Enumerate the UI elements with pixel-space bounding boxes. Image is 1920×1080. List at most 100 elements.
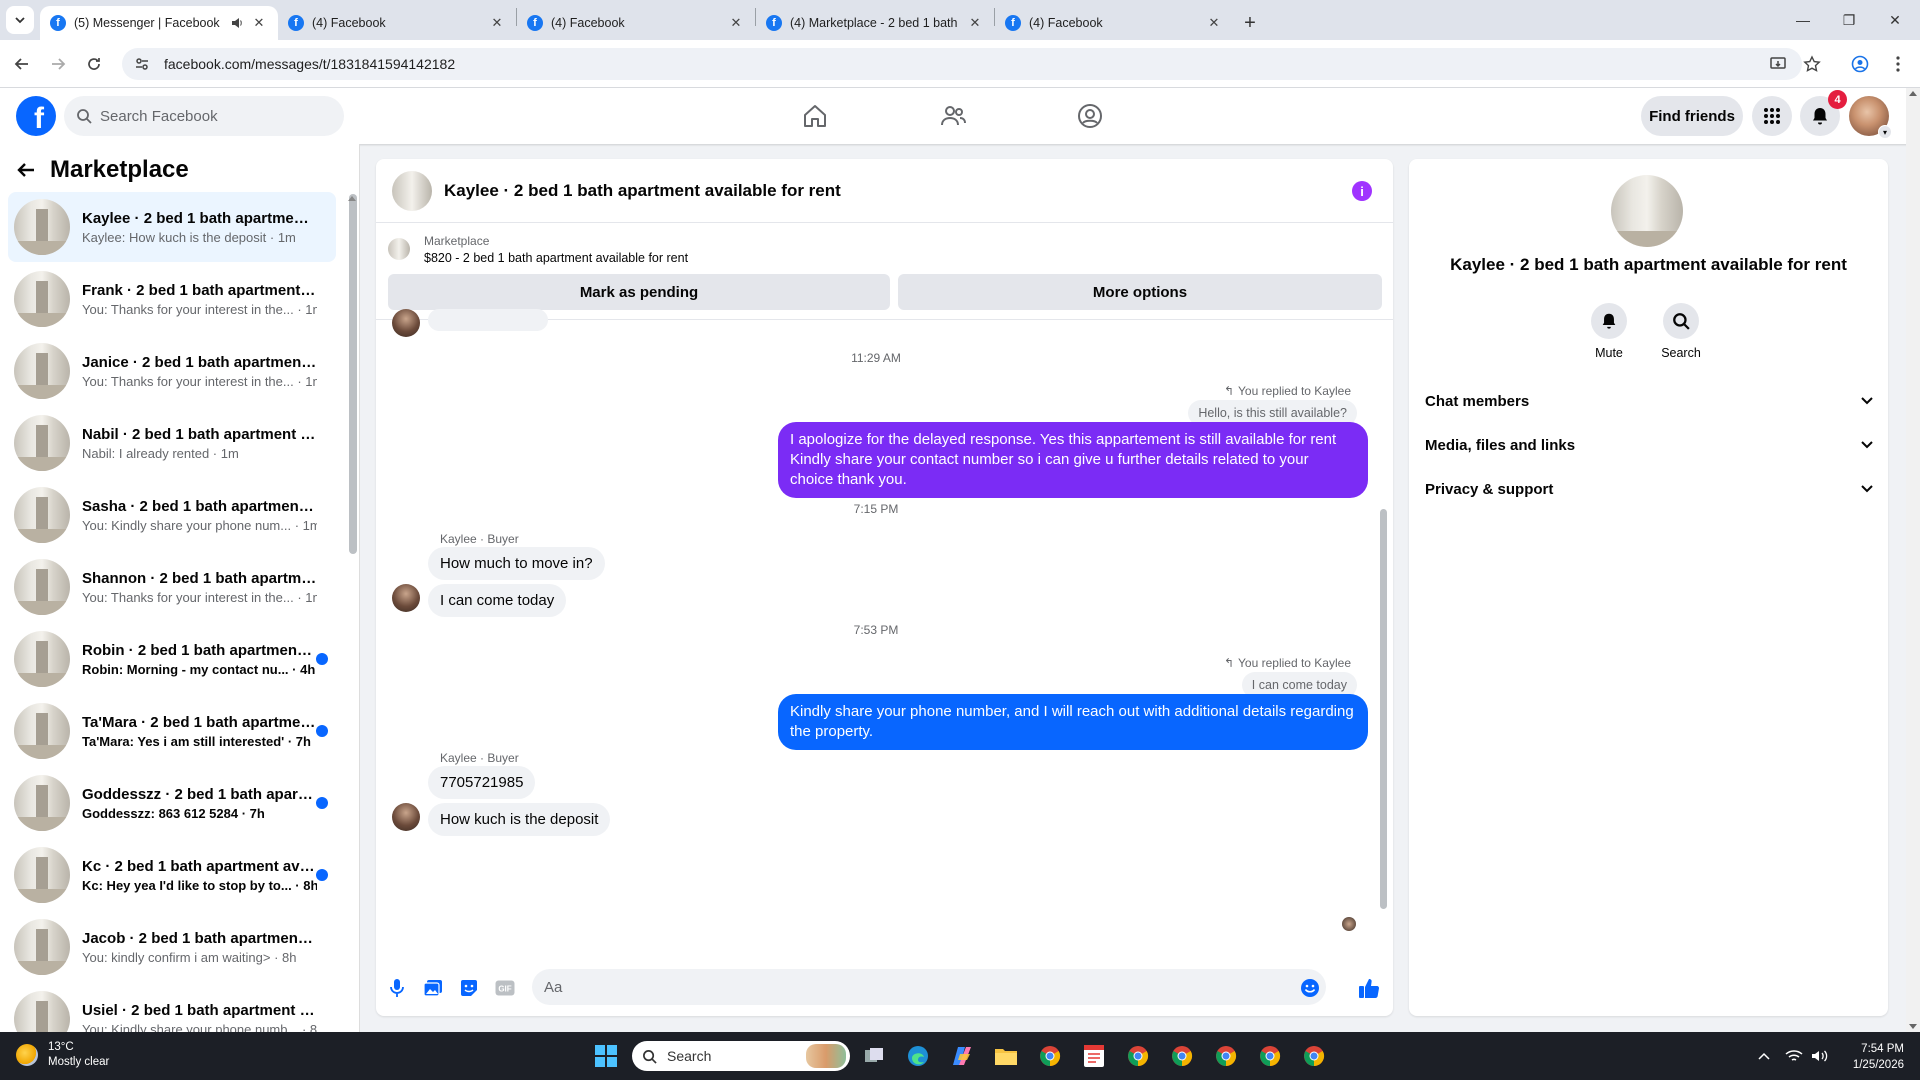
- close-tab-icon[interactable]: ✕: [727, 14, 745, 32]
- back-arrow-icon[interactable]: [10, 52, 34, 76]
- browser-tab-2[interactable]: f (4) Facebook ✕: [278, 6, 516, 40]
- chat-members-section[interactable]: Chat members: [1425, 381, 1873, 421]
- received-message[interactable]: How kuch is the deposit: [428, 803, 611, 836]
- browser-tab-3[interactable]: f (4) Facebook ✕: [517, 6, 755, 40]
- groups-nav-button[interactable]: [1035, 88, 1145, 144]
- conversation-item[interactable]: Kaylee · 2 bed 1 bath apartment availabl…: [8, 192, 336, 262]
- conversation-item[interactable]: Nabil · 2 bed 1 bath apartment available…: [8, 408, 336, 478]
- chrome-profile-1-icon[interactable]: [1034, 1040, 1066, 1072]
- copilot-icon[interactable]: [946, 1040, 978, 1072]
- chrome-profile-6-icon[interactable]: [1298, 1040, 1330, 1072]
- sticky-notes-icon[interactable]: [1078, 1040, 1110, 1072]
- forward-arrow-icon[interactable]: [46, 52, 70, 76]
- page-scrollbar[interactable]: [1906, 88, 1920, 1032]
- scrollbar-thumb[interactable]: [1380, 509, 1387, 909]
- received-message[interactable]: How much to move in?: [428, 547, 605, 580]
- message-input[interactable]: Aa: [532, 969, 1326, 1005]
- emoji-icon[interactable]: [1299, 977, 1321, 999]
- mute-button[interactable]: Mute: [1579, 303, 1639, 360]
- browser-menu-icon[interactable]: [1886, 52, 1910, 76]
- sent-message[interactable]: Kindly share your phone number, and I wi…: [778, 694, 1368, 750]
- conversation-item[interactable]: Goddesszz · 2 bed 1 bath apartment avail…: [8, 768, 336, 838]
- close-window-icon[interactable]: ✕: [1872, 0, 1918, 40]
- conversation-item[interactable]: Shannon · 2 bed 1 bath apartment availab…: [8, 552, 336, 622]
- privacy-support-section[interactable]: Privacy & support: [1425, 469, 1873, 509]
- site-info-icon[interactable]: [134, 56, 150, 72]
- browser-tab-5[interactable]: f (4) Facebook ✕: [995, 6, 1233, 40]
- conversation-item[interactable]: Frank · 2 bed 1 bath apartment available…: [8, 264, 336, 334]
- info-icon[interactable]: i: [1352, 181, 1372, 201]
- thread-scrollbar[interactable]: [1379, 333, 1387, 951]
- facebook-search-input[interactable]: Search Facebook: [64, 96, 344, 136]
- received-message[interactable]: 7705721985: [428, 766, 536, 799]
- chrome-profile-5-icon[interactable]: [1254, 1040, 1286, 1072]
- tab-search-button[interactable]: [0, 0, 40, 40]
- taskbar-search-box[interactable]: Search: [632, 1041, 850, 1071]
- conversation-item[interactable]: Usiel · 2 bed 1 bath apartment available…: [8, 984, 336, 1032]
- contact-avatar[interactable]: [1611, 175, 1683, 247]
- listing-thumbnail[interactable]: [388, 238, 410, 260]
- home-nav-button[interactable]: [760, 88, 870, 144]
- thumbs-up-icon[interactable]: [1358, 977, 1380, 999]
- chat-avatar[interactable]: [392, 170, 432, 211]
- bookmark-star-icon[interactable]: [1800, 52, 1824, 76]
- sent-message[interactable]: I apologize for the delayed response. Ye…: [778, 422, 1368, 498]
- marketplace-chat-list: Marketplace Kaylee · 2 bed 1 bath apartm…: [0, 144, 360, 1032]
- chrome-profile-4-icon[interactable]: [1210, 1040, 1242, 1072]
- browser-tab-1[interactable]: f (5) Messenger | Facebook ✕: [40, 6, 278, 40]
- microphone-icon[interactable]: [386, 977, 408, 999]
- listing-title[interactable]: $820 - 2 bed 1 bath apartment available …: [424, 251, 688, 265]
- close-tab-icon[interactable]: ✕: [966, 14, 984, 32]
- conversation-item[interactable]: Sasha · 2 bed 1 bath apartment available…: [8, 480, 336, 550]
- account-avatar[interactable]: ▾: [1849, 96, 1892, 139]
- file-explorer-icon[interactable]: [990, 1040, 1022, 1072]
- close-tab-icon[interactable]: ✕: [250, 14, 268, 32]
- conversation-item[interactable]: Ta'Mara · 2 bed 1 bath apartment availab…: [8, 696, 336, 766]
- volume-icon[interactable]: [1804, 1040, 1836, 1072]
- install-app-icon[interactable]: [1766, 52, 1790, 76]
- mark-as-pending-button[interactable]: Mark as pending: [388, 274, 890, 310]
- reload-icon[interactable]: [82, 52, 106, 76]
- minimize-icon[interactable]: —: [1780, 0, 1826, 40]
- url-field[interactable]: facebook.com/messages/t/1831841594142182: [122, 48, 1802, 80]
- friends-nav-button[interactable]: [898, 88, 1008, 144]
- scroll-up-icon[interactable]: [347, 194, 357, 202]
- list-scrollbar[interactable]: [349, 194, 357, 554]
- start-button[interactable]: [590, 1040, 622, 1072]
- system-clock[interactable]: 7:54 PM 1/25/2026: [1853, 1041, 1904, 1073]
- profile-icon[interactable]: [1848, 52, 1872, 76]
- scroll-up-icon[interactable]: [1909, 90, 1917, 96]
- photo-icon[interactable]: [422, 977, 444, 999]
- find-friends-button[interactable]: Find friends: [1641, 96, 1743, 136]
- chat-title[interactable]: Kaylee · 2 bed 1 bath apartment availabl…: [444, 181, 841, 201]
- reply-indicator: ↰ You replied to Kaylee: [1223, 384, 1351, 398]
- media-files-links-section[interactable]: Media, files and links: [1425, 425, 1873, 465]
- task-view-icon[interactable]: [858, 1040, 890, 1072]
- sticker-icon[interactable]: [458, 977, 480, 999]
- browser-tab-4[interactable]: f (4) Marketplace - 2 bed 1 bath ✕: [756, 6, 994, 40]
- menu-grid-button[interactable]: [1752, 96, 1792, 136]
- conversation-item[interactable]: Jacob · 2 bed 1 bath apartment available…: [8, 912, 336, 982]
- weather-widget[interactable]: 13°C Mostly clear: [16, 1040, 109, 1070]
- chrome-profile-3-icon[interactable]: [1166, 1040, 1198, 1072]
- scroll-down-icon[interactable]: [1909, 1024, 1917, 1030]
- back-arrow-icon[interactable]: [16, 160, 36, 180]
- conversation-item[interactable]: Robin · 2 bed 1 bath apartment available…: [8, 624, 336, 694]
- chrome-profile-2-icon[interactable]: [1122, 1040, 1154, 1072]
- close-tab-icon[interactable]: ✕: [488, 14, 506, 32]
- conversation-item[interactable]: Janice · 2 bed 1 bath apartment availabl…: [8, 336, 336, 406]
- new-tab-button[interactable]: +: [1233, 6, 1267, 40]
- facebook-logo-icon[interactable]: f: [16, 96, 56, 136]
- speaker-icon[interactable]: [230, 16, 244, 30]
- received-message[interactable]: I can come today: [428, 584, 567, 617]
- gif-icon[interactable]: GIF: [494, 977, 516, 999]
- search-conversation-button[interactable]: Search: [1651, 303, 1711, 360]
- show-hidden-icons-icon[interactable]: [1748, 1040, 1780, 1072]
- restore-icon[interactable]: ❐: [1826, 0, 1872, 40]
- more-options-button[interactable]: More options: [898, 274, 1382, 310]
- conversation-item[interactable]: Kc · 2 bed 1 bath apartment available fo…: [8, 840, 336, 910]
- close-tab-icon[interactable]: ✕: [1205, 14, 1223, 32]
- unread-dot: [316, 869, 328, 881]
- unread-dot: [316, 725, 328, 737]
- edge-icon[interactable]: [902, 1040, 934, 1072]
